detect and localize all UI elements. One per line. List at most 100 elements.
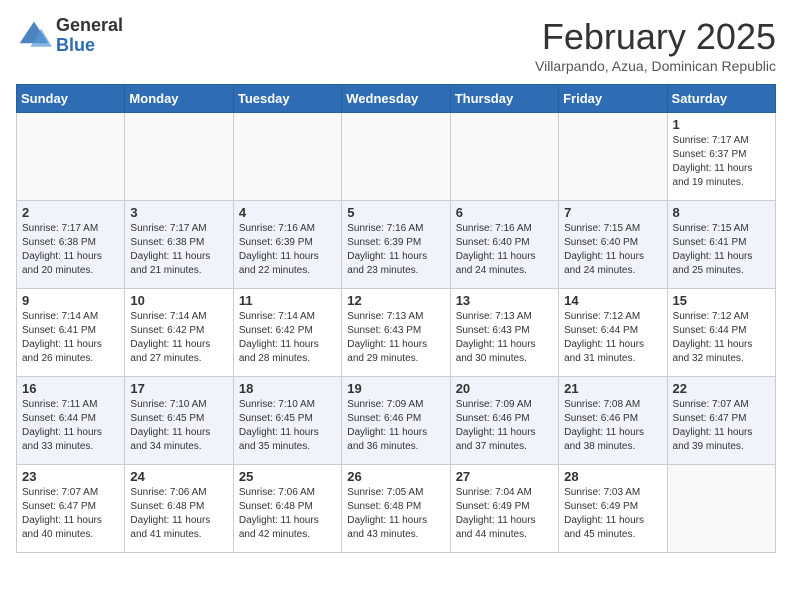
calendar-day-cell: 25 Sunrise: 7:06 AM Sunset: 6:48 PM Dayli… <box>233 465 341 553</box>
calendar-day-cell: 7 Sunrise: 7:15 AM Sunset: 6:40 PM Daylig… <box>559 201 667 289</box>
day-info: Sunrise: 7:16 AM Sunset: 6:39 PM Dayligh… <box>347 222 444 278</box>
calendar-day-cell: 19 Sunrise: 7:09 AM Sunset: 6:46 PM Dayli… <box>342 377 450 465</box>
logo: General Blue <box>16 16 123 56</box>
weekday-header-row: SundayMondayTuesdayWednesdayThursdayFrid… <box>17 85 776 113</box>
calendar-day-cell: 3 Sunrise: 7:17 AM Sunset: 6:38 PM Daylig… <box>125 201 233 289</box>
calendar-day-cell: 27 Sunrise: 7:04 AM Sunset: 6:49 PM Dayli… <box>450 465 558 553</box>
day-info: Sunrise: 7:06 AM Sunset: 6:48 PM Dayligh… <box>130 486 227 542</box>
calendar-day-cell: 26 Sunrise: 7:05 AM Sunset: 6:48 PM Dayli… <box>342 465 450 553</box>
day-info: Sunrise: 7:16 AM Sunset: 6:39 PM Dayligh… <box>239 222 336 278</box>
day-number: 15 <box>673 293 770 308</box>
logo-general: General <box>56 16 123 36</box>
day-number: 6 <box>456 205 553 220</box>
weekday-header: Saturday <box>667 85 775 113</box>
day-number: 4 <box>239 205 336 220</box>
calendar-day-cell: 2Sunrise: 7:17 AM Sunset: 6:38 PM Daylig… <box>17 201 125 289</box>
day-number: 16 <box>22 381 119 396</box>
day-info: Sunrise: 7:15 AM Sunset: 6:41 PM Dayligh… <box>673 222 770 278</box>
weekday-header: Thursday <box>450 85 558 113</box>
day-number: 27 <box>456 469 553 484</box>
day-number: 18 <box>239 381 336 396</box>
day-number: 20 <box>456 381 553 396</box>
calendar-day-cell <box>450 113 558 201</box>
calendar-day-cell <box>667 465 775 553</box>
calendar-day-cell: 12Sunrise: 7:13 AM Sunset: 6:43 PM Dayli… <box>342 289 450 377</box>
calendar-day-cell: 20 Sunrise: 7:09 AM Sunset: 6:46 PM Dayli… <box>450 377 558 465</box>
day-info: Sunrise: 7:14 AM Sunset: 6:42 PM Dayligh… <box>239 310 336 366</box>
day-info: Sunrise: 7:04 AM Sunset: 6:49 PM Dayligh… <box>456 486 553 542</box>
day-info: Sunrise: 7:07 AM Sunset: 6:47 PM Dayligh… <box>22 486 119 542</box>
location-subtitle: Villarpando, Azua, Dominican Republic <box>535 58 776 74</box>
day-info: Sunrise: 7:10 AM Sunset: 6:45 PM Dayligh… <box>239 398 336 454</box>
day-info: Sunrise: 7:13 AM Sunset: 6:43 PM Dayligh… <box>456 310 553 366</box>
calendar-week-row: 16Sunrise: 7:11 AM Sunset: 6:44 PM Dayli… <box>17 377 776 465</box>
day-number: 14 <box>564 293 661 308</box>
day-info: Sunrise: 7:10 AM Sunset: 6:45 PM Dayligh… <box>130 398 227 454</box>
calendar-day-cell: 4 Sunrise: 7:16 AM Sunset: 6:39 PM Daylig… <box>233 201 341 289</box>
day-number: 13 <box>456 293 553 308</box>
day-info: Sunrise: 7:17 AM Sunset: 6:38 PM Dayligh… <box>130 222 227 278</box>
calendar-day-cell: 5 Sunrise: 7:16 AM Sunset: 6:39 PM Daylig… <box>342 201 450 289</box>
calendar-day-cell: 28Sunrise: 7:03 AM Sunset: 6:49 PM Dayli… <box>559 465 667 553</box>
page-header: General Blue February 2025 Villarpando, … <box>16 16 776 74</box>
day-info: Sunrise: 7:12 AM Sunset: 6:44 PM Dayligh… <box>564 310 661 366</box>
day-info: Sunrise: 7:05 AM Sunset: 6:48 PM Dayligh… <box>347 486 444 542</box>
day-number: 25 <box>239 469 336 484</box>
month-title: February 2025 <box>535 16 776 58</box>
day-number: 1 <box>673 117 770 132</box>
day-info: Sunrise: 7:17 AM Sunset: 6:37 PM Dayligh… <box>673 134 770 190</box>
day-info: Sunrise: 7:17 AM Sunset: 6:38 PM Dayligh… <box>22 222 119 278</box>
day-info: Sunrise: 7:15 AM Sunset: 6:40 PM Dayligh… <box>564 222 661 278</box>
weekday-header: Friday <box>559 85 667 113</box>
day-number: 9 <box>22 293 119 308</box>
day-number: 21 <box>564 381 661 396</box>
calendar-day-cell: 6 Sunrise: 7:16 AM Sunset: 6:40 PM Daylig… <box>450 201 558 289</box>
calendar-table: SundayMondayTuesdayWednesdayThursdayFrid… <box>16 84 776 553</box>
weekday-header: Monday <box>125 85 233 113</box>
weekday-header: Sunday <box>17 85 125 113</box>
calendar-day-cell <box>17 113 125 201</box>
calendar-day-cell: 8Sunrise: 7:15 AM Sunset: 6:41 PM Daylig… <box>667 201 775 289</box>
calendar-day-cell: 23 Sunrise: 7:07 AM Sunset: 6:47 PM Dayli… <box>17 465 125 553</box>
logo-blue: Blue <box>56 36 123 56</box>
day-info: Sunrise: 7:09 AM Sunset: 6:46 PM Dayligh… <box>456 398 553 454</box>
day-number: 19 <box>347 381 444 396</box>
calendar-day-cell <box>125 113 233 201</box>
day-info: Sunrise: 7:08 AM Sunset: 6:46 PM Dayligh… <box>564 398 661 454</box>
day-number: 12 <box>347 293 444 308</box>
calendar-day-cell: 10Sunrise: 7:14 AM Sunset: 6:42 PM Dayli… <box>125 289 233 377</box>
calendar-day-cell: 18 Sunrise: 7:10 AM Sunset: 6:45 PM Dayli… <box>233 377 341 465</box>
calendar-day-cell: 17 Sunrise: 7:10 AM Sunset: 6:45 PM Dayli… <box>125 377 233 465</box>
calendar-week-row: 23 Sunrise: 7:07 AM Sunset: 6:47 PM Dayli… <box>17 465 776 553</box>
calendar-day-cell: 1 Sunrise: 7:17 AM Sunset: 6:37 PM Daylig… <box>667 113 775 201</box>
day-number: 7 <box>564 205 661 220</box>
day-number: 26 <box>347 469 444 484</box>
day-info: Sunrise: 7:16 AM Sunset: 6:40 PM Dayligh… <box>456 222 553 278</box>
calendar-day-cell <box>233 113 341 201</box>
calendar-day-cell: 15Sunrise: 7:12 AM Sunset: 6:44 PM Dayli… <box>667 289 775 377</box>
calendar-day-cell: 11 Sunrise: 7:14 AM Sunset: 6:42 PM Dayli… <box>233 289 341 377</box>
title-area: February 2025 Villarpando, Azua, Dominic… <box>535 16 776 74</box>
calendar-day-cell: 16Sunrise: 7:11 AM Sunset: 6:44 PM Dayli… <box>17 377 125 465</box>
calendar-day-cell <box>342 113 450 201</box>
day-info: Sunrise: 7:14 AM Sunset: 6:42 PM Dayligh… <box>130 310 227 366</box>
day-number: 11 <box>239 293 336 308</box>
logo-text: General Blue <box>56 16 123 56</box>
logo-icon <box>16 18 52 54</box>
day-number: 3 <box>130 205 227 220</box>
day-number: 17 <box>130 381 227 396</box>
day-number: 23 <box>22 469 119 484</box>
day-number: 24 <box>130 469 227 484</box>
weekday-header: Wednesday <box>342 85 450 113</box>
calendar-day-cell: 21 Sunrise: 7:08 AM Sunset: 6:46 PM Dayli… <box>559 377 667 465</box>
day-info: Sunrise: 7:09 AM Sunset: 6:46 PM Dayligh… <box>347 398 444 454</box>
calendar-week-row: 1 Sunrise: 7:17 AM Sunset: 6:37 PM Daylig… <box>17 113 776 201</box>
calendar-day-cell: 14 Sunrise: 7:12 AM Sunset: 6:44 PM Dayli… <box>559 289 667 377</box>
day-info: Sunrise: 7:06 AM Sunset: 6:48 PM Dayligh… <box>239 486 336 542</box>
calendar-day-cell: 24 Sunrise: 7:06 AM Sunset: 6:48 PM Dayli… <box>125 465 233 553</box>
day-number: 28 <box>564 469 661 484</box>
day-number: 5 <box>347 205 444 220</box>
calendar-week-row: 2Sunrise: 7:17 AM Sunset: 6:38 PM Daylig… <box>17 201 776 289</box>
day-info: Sunrise: 7:07 AM Sunset: 6:47 PM Dayligh… <box>673 398 770 454</box>
calendar-day-cell: 9Sunrise: 7:14 AM Sunset: 6:41 PM Daylig… <box>17 289 125 377</box>
